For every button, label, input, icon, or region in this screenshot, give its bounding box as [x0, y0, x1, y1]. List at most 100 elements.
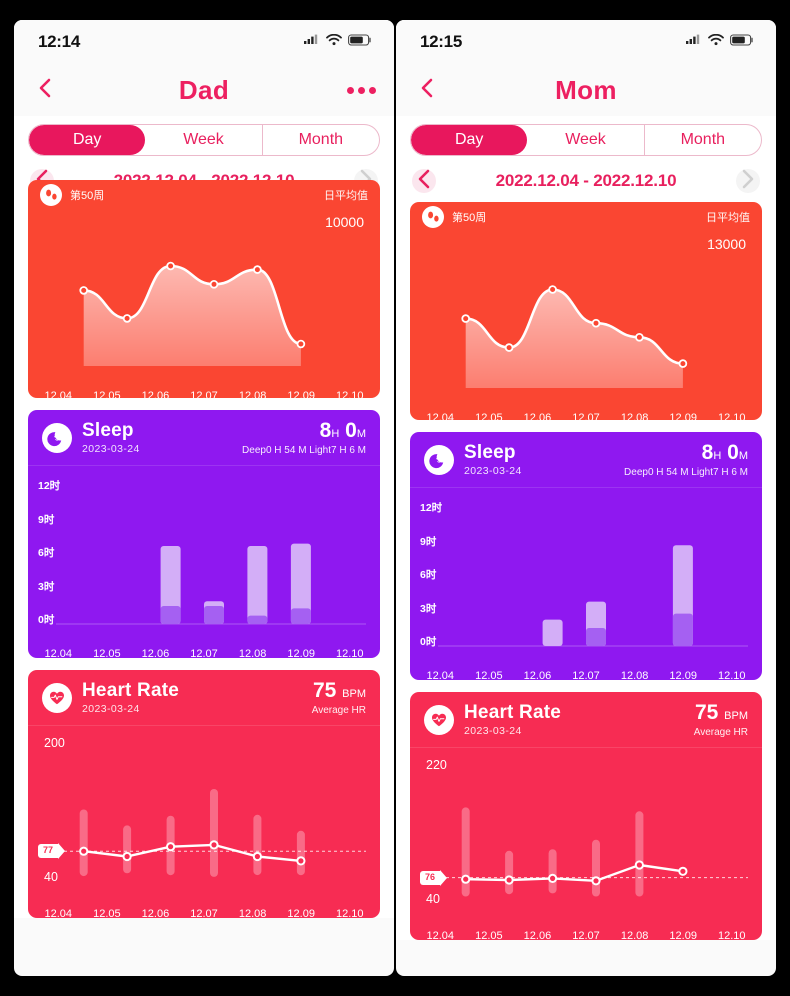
nav-bar: Mom: [396, 64, 776, 116]
x-tick: 12.07: [572, 930, 600, 940]
x-tick: 12.08: [238, 908, 267, 918]
steps-card[interactable]: 第50周 日平均值 10000 12.04 12.05 12.06 12.07 12.0…: [28, 180, 380, 398]
x-tick: 12.09: [669, 670, 697, 680]
moon-sleep-icon: [424, 444, 454, 475]
steps-card[interactable]: 第50周 日平均值 13000 12.04 12.05 12.06 12.07 12.0…: [410, 202, 762, 420]
x-tick: 12.08: [238, 390, 267, 398]
x-tick: 12.05: [475, 930, 503, 940]
more-dots-icon[interactable]: [347, 86, 376, 94]
heart-title: Heart Rate: [464, 702, 562, 723]
wifi-icon: [326, 33, 342, 51]
heart-unit: BPM: [342, 688, 366, 700]
sleep-detail: Deep0 H 54 M Light7 H 6 M: [624, 467, 748, 478]
sleep-x-axis: 12.04 12.05 12.06 12.07 12.08 12.09 12.10: [28, 648, 380, 658]
sleep-title: Sleep: [82, 420, 134, 441]
tab-day[interactable]: Day: [411, 125, 528, 155]
sleep-hours: 8: [319, 419, 332, 442]
sleep-chart-area: [28, 470, 380, 655]
x-tick: 12.09: [287, 908, 315, 918]
sleep-hours: 8: [701, 441, 714, 464]
x-tick: 12.10: [717, 412, 746, 420]
steps-icon: [422, 206, 444, 228]
sleep-minutes: 0: [345, 419, 357, 442]
x-tick: 12.05: [475, 412, 503, 420]
status-icons: [304, 33, 372, 51]
status-time: 12:15: [420, 32, 462, 51]
heart-card-header: Heart Rate 2023-03-24 75 BPM Average HR: [28, 670, 380, 726]
x-tick: 12.08: [238, 648, 267, 658]
battery-icon: [348, 33, 372, 51]
tab-month[interactable]: Month: [263, 125, 379, 155]
metric-cards: 第50周 日平均值 10000 12.04 12.05 12.06 12.07 12.0…: [14, 180, 394, 918]
badge-pointer: [440, 869, 448, 886]
sleep-card[interactable]: Sleep 2023-03-24 8H 0M Deep0 H 54 M Ligh…: [410, 432, 762, 680]
x-tick: 12.08: [620, 930, 649, 940]
x-tick: 12.08: [620, 412, 649, 420]
heart-x-axis: 12.04 12.05 12.06 12.07 12.08 12.09 12.10: [28, 908, 380, 918]
heart-rate-card[interactable]: Heart Rate 2023-03-24 75 BPM Average HR …: [28, 670, 380, 918]
x-tick: 12.04: [44, 648, 73, 658]
status-bar: 12:15: [396, 20, 776, 64]
date-range-label: 2022.12.04 - 2022.12.10: [495, 171, 677, 190]
sleep-bar-chart: [438, 545, 748, 647]
steps-max-value: 10000: [325, 214, 364, 230]
tab-day[interactable]: Day: [29, 125, 146, 155]
tab-week[interactable]: Week: [145, 125, 263, 155]
period-tabs: Day Week Month: [410, 124, 762, 156]
sleep-minutes: 0: [727, 441, 739, 464]
sleep-card-header: Sleep 2023-03-24 8H 0M Deep0 H 54 M Ligh…: [28, 410, 380, 466]
heart-x-axis: 12.04 12.05 12.06 12.07 12.08 12.09 12.10: [410, 930, 762, 940]
sleep-card[interactable]: Sleep 2023-03-24 8H 0M Deep0 H 54 M Ligh…: [28, 410, 380, 658]
x-tick: 12.04: [426, 930, 455, 940]
tab-month[interactable]: Month: [645, 125, 761, 155]
steps-card-header: 第50周 日平均值: [28, 180, 380, 210]
x-tick: 12.09: [669, 412, 697, 420]
sleep-title: Sleep: [464, 442, 516, 463]
x-tick: 12.05: [93, 648, 121, 658]
heart-rate-card[interactable]: Heart Rate 2023-03-24 75 BPM Average HR …: [410, 692, 762, 940]
x-tick: 12.06: [141, 390, 170, 398]
steps-week-label: 第50周: [452, 212, 487, 224]
phone-panels: 12:14 Dad DayWeekMonth 2022.12.04 - 202: [14, 20, 776, 976]
signal-bars-icon: [304, 33, 320, 51]
sleep-minutes-unit: M: [738, 450, 748, 462]
nav-bar: Dad: [14, 64, 394, 116]
heart-date: 2023-03-24: [464, 725, 522, 737]
chevron-right-icon: [741, 169, 755, 194]
status-time: 12:14: [38, 32, 80, 51]
steps-chart-area: [410, 258, 762, 419]
steps-avg-label: 日平均值: [706, 212, 750, 224]
moon-sleep-icon: [42, 422, 72, 453]
signal-bars-icon: [686, 33, 702, 51]
heart-unit: BPM: [724, 710, 748, 722]
heart-avg-badge-value: 76: [420, 870, 441, 885]
sleep-chart-area: [410, 492, 762, 677]
x-tick: 12.10: [717, 670, 746, 680]
heart-avg-badge-value: 77: [38, 844, 59, 859]
steps-avg-label: 日平均值: [324, 190, 368, 202]
sleep-date: 2023-03-24: [464, 465, 522, 477]
period-tabs: Day Week Month: [28, 124, 380, 156]
x-tick: 12.10: [717, 930, 746, 940]
prev-range-button[interactable]: [412, 169, 436, 193]
tab-week[interactable]: Week: [527, 125, 645, 155]
battery-icon: [730, 33, 754, 51]
steps-x-axis: 12.04 12.05 12.06 12.07 12.08 12.09 12.10: [28, 390, 380, 398]
heart-rate-chart: [52, 789, 366, 877]
status-bar: 12:14: [14, 20, 394, 64]
sleep-detail: Deep0 H 54 M Light7 H 6 M: [242, 445, 366, 456]
period-tabs-wrap: Day Week Month: [14, 116, 394, 162]
sleep-hours-unit: H: [331, 428, 340, 440]
heart-value: 75: [312, 679, 337, 702]
x-tick: 12.06: [141, 908, 170, 918]
steps-chart-area: [28, 236, 380, 397]
next-range-button[interactable]: [736, 169, 760, 193]
x-tick: 12.04: [426, 412, 455, 420]
heart-rate-icon: [42, 682, 72, 713]
x-tick: 12.07: [190, 390, 218, 398]
x-tick: 12.09: [669, 930, 697, 940]
heart-avg-badge: 76: [420, 869, 448, 886]
metric-cards: 第50周 日平均值 13000 12.04 12.05 12.06 12.07 12.0…: [396, 200, 776, 940]
x-tick: 12.06: [141, 648, 170, 658]
phone-panel-dad: 12:14 Dad DayWeekMonth 2022.12.04 - 202: [14, 20, 394, 976]
